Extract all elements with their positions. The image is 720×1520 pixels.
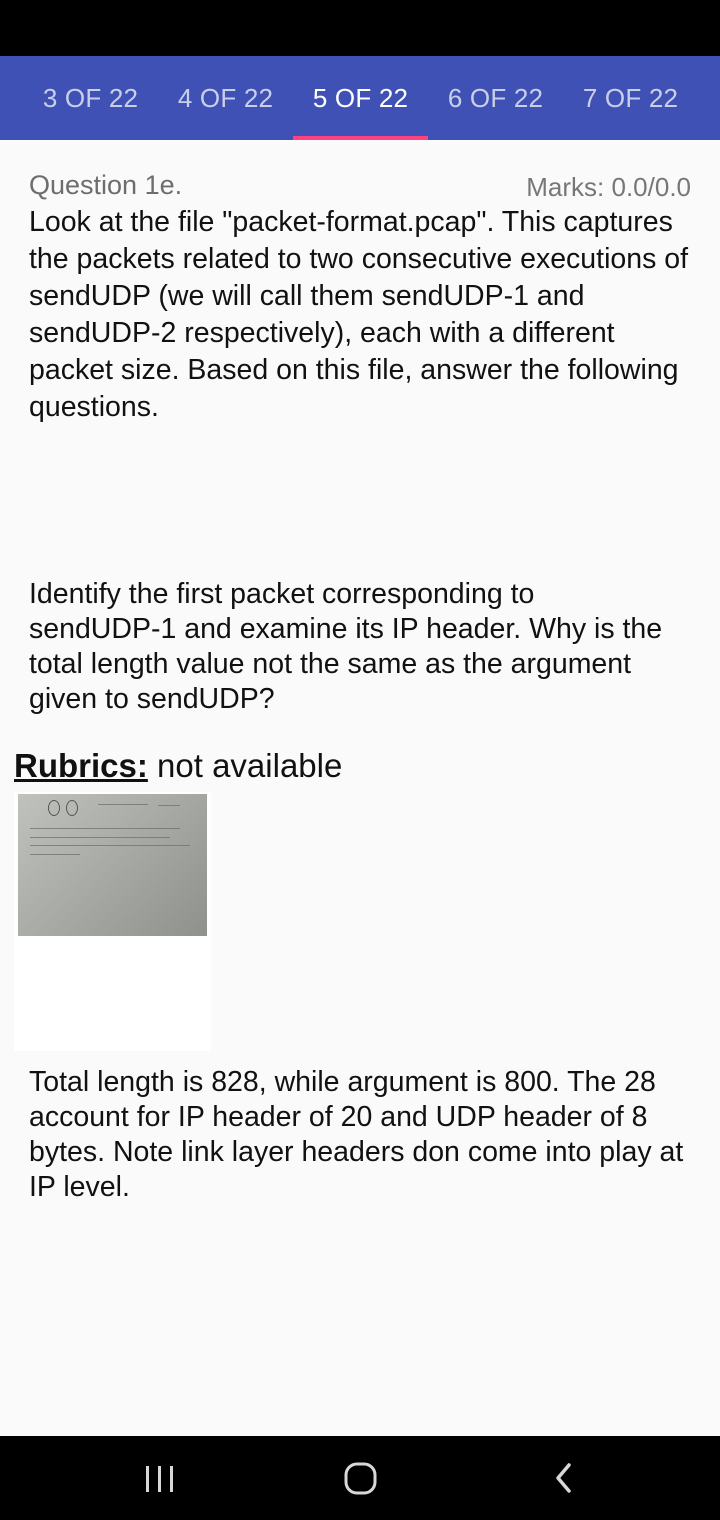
handwriting-line	[30, 854, 80, 855]
sketch-circle	[48, 800, 60, 816]
sketch-circle	[66, 800, 78, 816]
rubrics-label: Rubrics:	[14, 747, 148, 784]
handwritten-answer-photo[interactable]	[18, 794, 207, 936]
answer-attachment-card[interactable]	[14, 792, 211, 1051]
tab-question-4[interactable]: 4 OF 22	[158, 56, 293, 140]
rubrics-value: not available	[157, 747, 343, 784]
recent-apps-icon[interactable]	[130, 1454, 190, 1502]
tab-question-6[interactable]: 6 OF 22	[428, 56, 563, 140]
tab-question-2[interactable]: 2	[0, 56, 2, 140]
handwriting-line	[30, 837, 170, 838]
tab-question-7[interactable]: 7 OF 22	[563, 56, 698, 140]
answer-text: Total length is 828, while argument is 8…	[29, 1066, 684, 1203]
question-marks: Marks: 0.0/0.0	[526, 172, 691, 202]
system-navigation-bar	[0, 1436, 720, 1520]
question-subpart: Identify the first packet corresponding …	[29, 578, 663, 715]
rubrics-row: Rubrics: not available	[14, 747, 342, 785]
status-bar	[0, 0, 720, 56]
handwriting-line	[158, 805, 180, 806]
back-icon[interactable]	[534, 1454, 594, 1502]
question-content[interactable]: Question 1e. Marks: 0.0/0.0 Look at the …	[0, 140, 720, 1436]
handwriting-line	[98, 804, 148, 805]
handwriting-line	[30, 845, 190, 846]
question-tab-bar: 2 3 OF 22 4 OF 22 5 OF 22 6 OF 22 7 OF 2…	[0, 56, 720, 140]
tab-question-5[interactable]: 5 OF 22	[293, 56, 428, 140]
tab-question-3[interactable]: 3 OF 22	[23, 56, 158, 140]
question-title: Question 1e.	[29, 170, 183, 200]
home-icon[interactable]	[330, 1454, 390, 1502]
question-body: Look at the file "packet-format.pcap". T…	[29, 206, 689, 423]
handwriting-line	[30, 828, 180, 829]
